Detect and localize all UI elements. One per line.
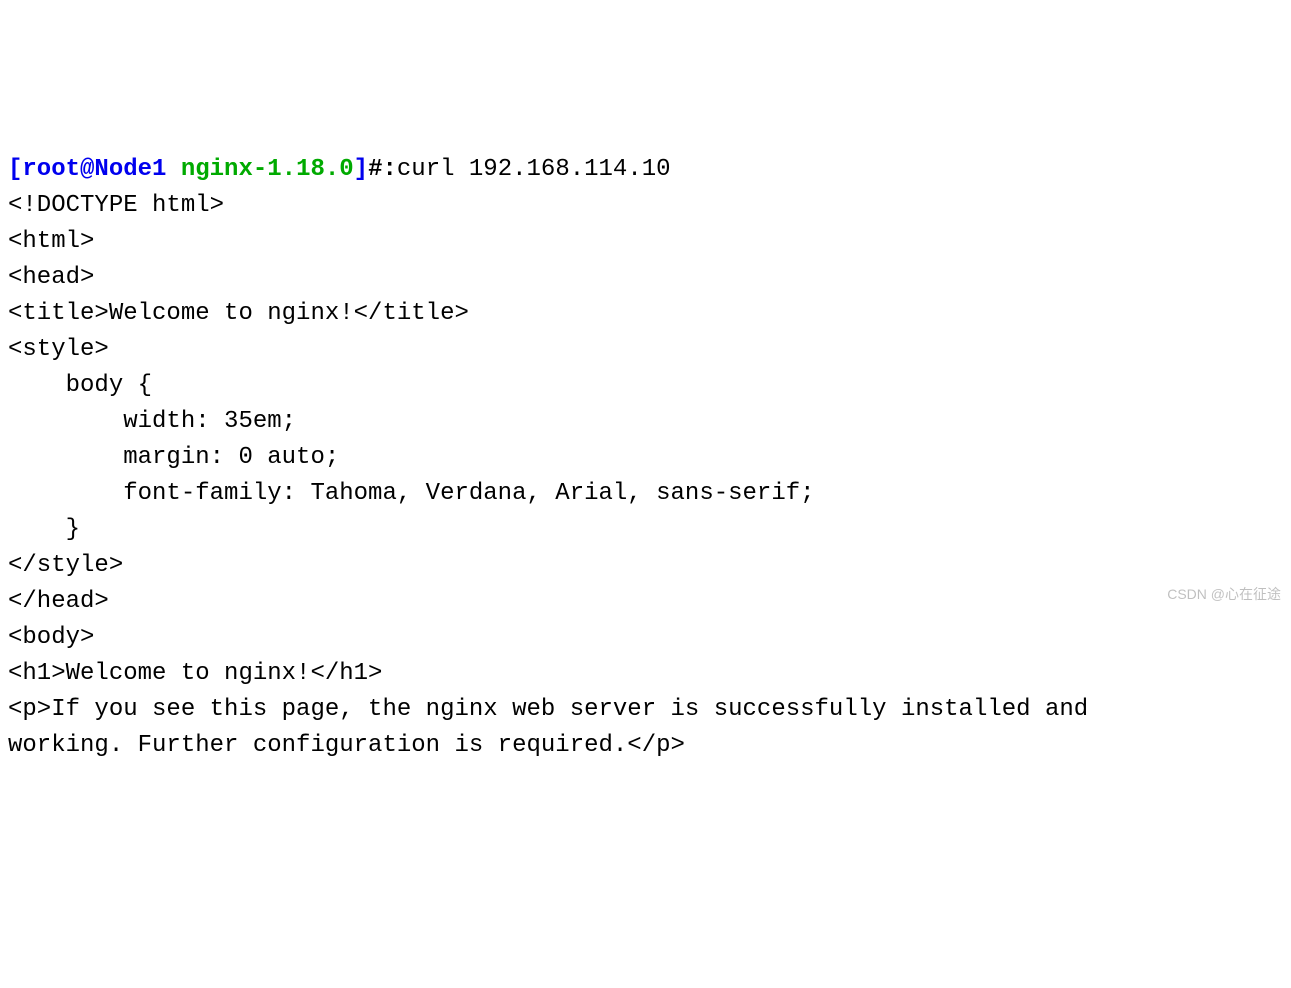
prompt-host: Node1 [94, 156, 166, 183]
command-text[interactable]: curl 192.168.114.10 [397, 156, 671, 183]
output-line: working. Further configuration is requir… [8, 732, 685, 759]
output-line: <title>Welcome to nginx!</title> [8, 300, 469, 327]
terminal-prompt: [root@Node1 nginx-1.18.0]#: [8, 156, 397, 183]
output-line: <h1>Welcome to nginx!</h1> [8, 660, 382, 687]
output-line: margin: 0 auto; [8, 444, 339, 471]
prompt-at: @ [80, 156, 94, 183]
output-line: <!DOCTYPE html> [8, 192, 224, 219]
output-line: <style> [8, 336, 109, 363]
output-line: <html> [8, 228, 94, 255]
output-line: width: 35em; [8, 408, 296, 435]
prompt-user: root [22, 156, 80, 183]
output-line: <p>If you see this page, the nginx web s… [8, 696, 1088, 723]
output-line: body { [8, 372, 152, 399]
output-line: } [8, 516, 80, 543]
bracket-close: ] [354, 156, 368, 183]
output-line: </style> [8, 552, 123, 579]
output-line: font-family: Tahoma, Verdana, Arial, san… [8, 480, 815, 507]
bracket-open: [ [8, 156, 22, 183]
prompt-dir: nginx-1.18.0 [181, 156, 354, 183]
output-line: <head> [8, 264, 94, 291]
prompt-hash: #: [368, 156, 397, 183]
watermark-text: CSDN @心在征途 [1167, 584, 1281, 605]
output-line: <body> [8, 624, 94, 651]
